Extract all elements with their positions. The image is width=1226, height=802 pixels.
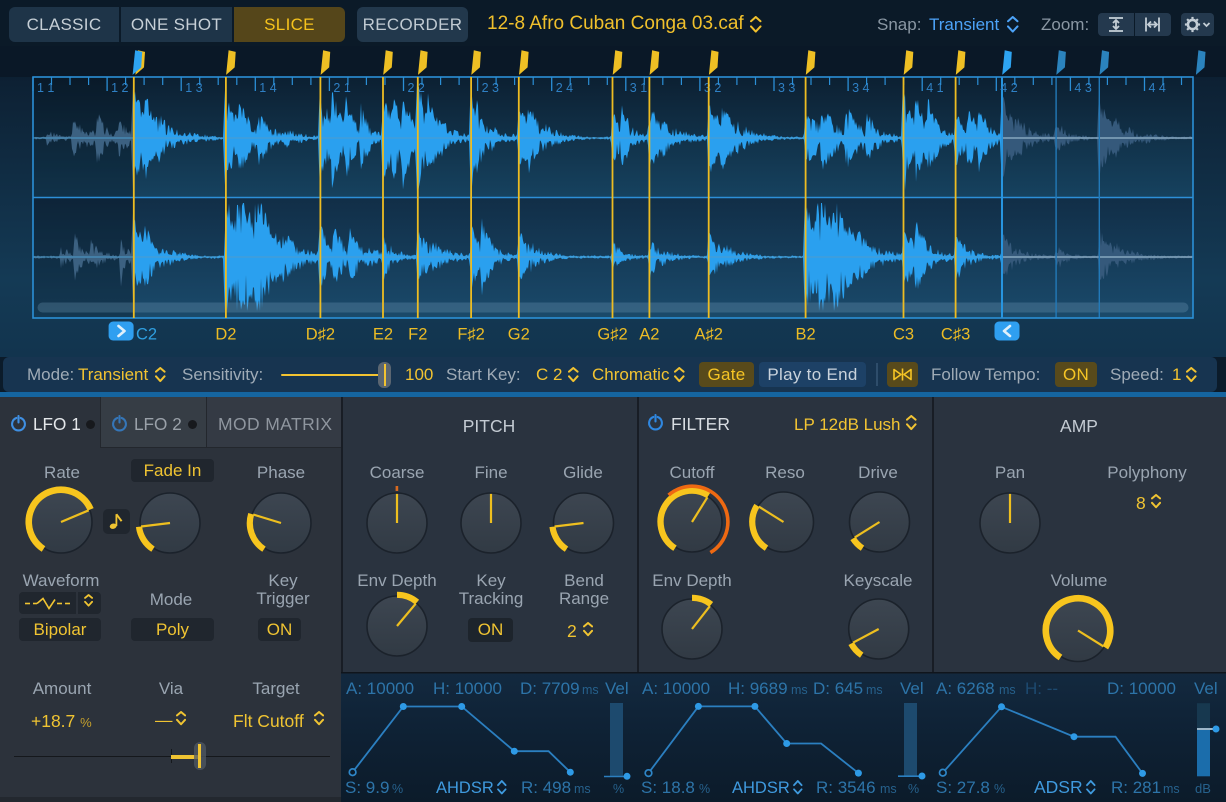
svg-text:F♯2: F♯2 bbox=[457, 326, 485, 344]
svg-text:S: 9.9: S: 9.9 bbox=[345, 778, 389, 797]
svg-text:ms: ms bbox=[866, 683, 883, 697]
svg-text:H: --: H: -- bbox=[1025, 679, 1058, 698]
svg-text:A: 10000: A: 10000 bbox=[642, 679, 710, 698]
svg-text:dB: dB bbox=[1195, 781, 1211, 796]
svg-text:ms: ms bbox=[582, 683, 599, 697]
svg-text:R: 498: R: 498 bbox=[521, 778, 571, 797]
svg-text:%: % bbox=[994, 782, 1005, 796]
svg-text:D: 10000: D: 10000 bbox=[1107, 679, 1176, 698]
svg-text:A: 10000: A: 10000 bbox=[346, 679, 414, 698]
svg-text:E2: E2 bbox=[373, 326, 393, 344]
svg-text:C3: C3 bbox=[893, 326, 914, 344]
svg-text:R: 3546: R: 3546 bbox=[816, 778, 876, 797]
svg-text:A: 6268: A: 6268 bbox=[936, 679, 995, 698]
svg-text:AHDSR: AHDSR bbox=[436, 779, 494, 797]
svg-text:D♯2: D♯2 bbox=[306, 326, 335, 344]
svg-text:D2: D2 bbox=[215, 326, 236, 344]
svg-text:G2: G2 bbox=[508, 326, 530, 344]
svg-text:H: 10000: H: 10000 bbox=[433, 679, 502, 698]
svg-text:ms: ms bbox=[574, 782, 591, 796]
svg-text:Vel: Vel bbox=[900, 679, 924, 698]
svg-text:A♯2: A♯2 bbox=[694, 326, 722, 344]
svg-text:ms: ms bbox=[999, 683, 1016, 697]
svg-text:C♯3: C♯3 bbox=[941, 326, 970, 344]
svg-text:ms: ms bbox=[1163, 782, 1180, 796]
svg-text:%: % bbox=[392, 782, 403, 796]
svg-text:B2: B2 bbox=[796, 326, 816, 344]
svg-text:F2: F2 bbox=[408, 326, 427, 344]
svg-text:Vel: Vel bbox=[1194, 679, 1218, 698]
svg-text:G♯2: G♯2 bbox=[597, 326, 627, 344]
svg-text:Vel: Vel bbox=[605, 679, 629, 698]
svg-text:ms: ms bbox=[791, 683, 808, 697]
svg-text:ADSR: ADSR bbox=[1034, 777, 1083, 797]
svg-text:AHDSR: AHDSR bbox=[732, 779, 790, 797]
svg-text:A2: A2 bbox=[639, 326, 659, 344]
svg-text:D: 645: D: 645 bbox=[813, 679, 863, 698]
svg-text:%: % bbox=[908, 782, 919, 796]
svg-text:%: % bbox=[613, 782, 624, 796]
svg-text:%: % bbox=[699, 782, 710, 796]
svg-text:D: 7709: D: 7709 bbox=[520, 679, 580, 698]
svg-text:C2: C2 bbox=[136, 326, 157, 344]
svg-text:S: 18.8: S: 18.8 bbox=[641, 778, 695, 797]
svg-text:S: 27.8: S: 27.8 bbox=[936, 778, 990, 797]
svg-text:R: 281: R: 281 bbox=[1111, 778, 1161, 797]
svg-text:ms: ms bbox=[880, 782, 897, 796]
svg-text:H: 9689: H: 9689 bbox=[728, 679, 788, 698]
